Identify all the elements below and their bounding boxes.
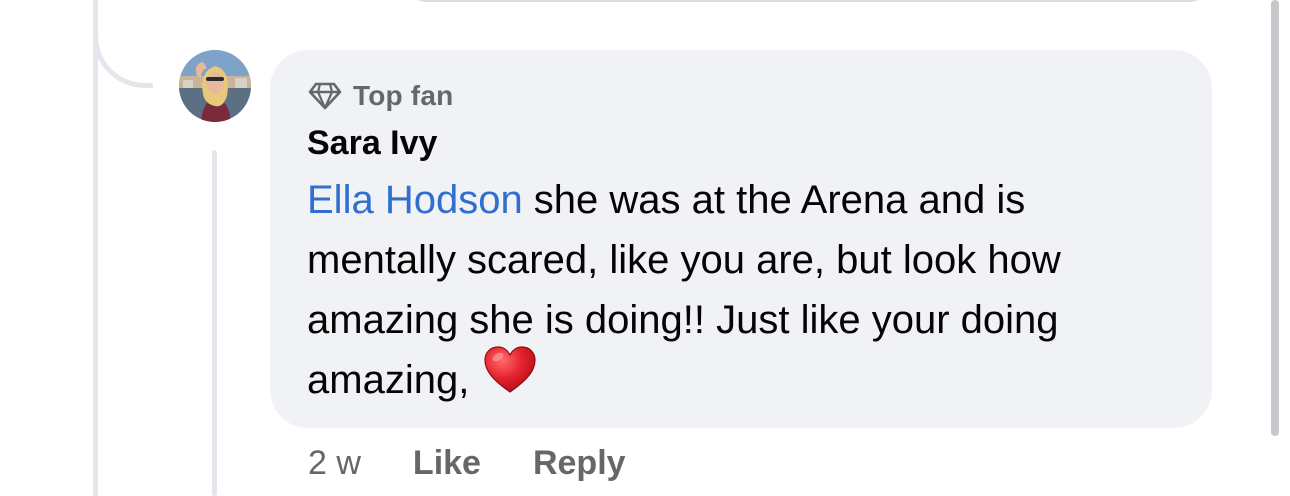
mention-link[interactable]: Ella Hodson [307, 178, 523, 222]
avatar-image [179, 50, 251, 122]
previous-comment-edge [398, 0, 1218, 2]
reply-button[interactable]: Reply [533, 444, 626, 483]
heart-emoji [483, 345, 537, 412]
reply-thread-line [212, 150, 217, 496]
comment-line-4: amazing, [307, 346, 1187, 412]
thread-line [93, 0, 98, 496]
comment-author[interactable]: Sara Ivy [307, 124, 437, 163]
comment-line-4-text: amazing, [307, 358, 470, 402]
comment-bubble: Top fan Sara Ivy Ella Hodson she was at … [270, 50, 1212, 428]
comment-line-3: amazing she is doing!! Just like your do… [307, 298, 1059, 342]
thread-connector [93, 0, 153, 88]
comment-line-1-text: she was at the Arena and is [522, 178, 1026, 222]
comment-text: Ella Hodson she was at the Arena and is … [307, 170, 1187, 412]
top-fan-badge[interactable]: Top fan [307, 80, 453, 112]
comment-line-2: mentally scared, like you are, but look … [307, 238, 1061, 282]
comment-thread: Top fan Sara Ivy Ella Hodson she was at … [0, 0, 1290, 496]
comment-line-1: Ella Hodson she was at the Arena and is [307, 170, 1187, 230]
comment-timestamp[interactable]: 2 w [308, 444, 361, 483]
comment-actions: 2 w Like Reply [308, 444, 626, 483]
diamond-icon [307, 81, 343, 111]
avatar[interactable] [179, 50, 251, 122]
scrollbar[interactable] [1271, 0, 1279, 436]
like-button[interactable]: Like [413, 444, 481, 483]
badge-label: Top fan [353, 80, 454, 111]
